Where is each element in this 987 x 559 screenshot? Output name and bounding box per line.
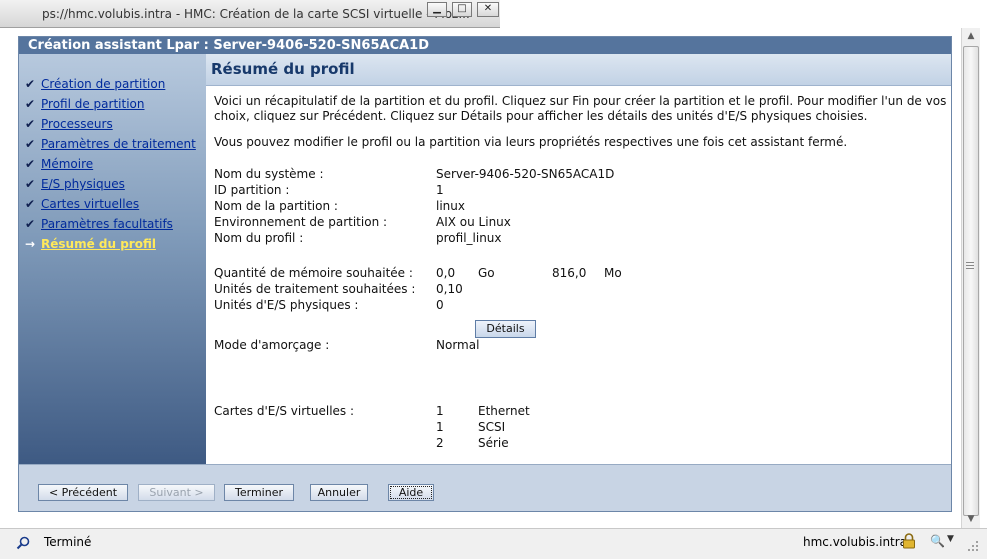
adapter-count: 1	[436, 420, 444, 434]
intro-text: Voici un récapitulatif de la partition e…	[214, 94, 947, 123]
wizard-footer: < Précédent Suivant > Terminer Annuler A…	[19, 464, 951, 511]
window-title: ps://hmc.volubis.intra - HMC: Création d…	[42, 7, 470, 21]
io-units-value: 0	[436, 298, 444, 312]
partition-env-label: Environnement de partition :	[214, 215, 388, 229]
wizard-sidebar: ✔ Création de partition ✔ Profil de part…	[19, 54, 206, 464]
memory-gb-value: 0,0	[436, 266, 456, 280]
adapter-count: 2	[436, 436, 444, 450]
checkmark-icon: ✔	[25, 97, 36, 111]
content-title: Résumé du profil	[206, 54, 951, 86]
nav-label[interactable]: Processeurs	[41, 117, 113, 131]
zoom-icon[interactable]: 🔍	[930, 534, 945, 548]
boot-mode-label: Mode d'amorçage :	[214, 338, 330, 352]
profile-name-value: profil_linux	[436, 231, 502, 245]
partition-name-label: Nom de la partition :	[214, 199, 338, 213]
lock-icon[interactable]	[902, 533, 916, 549]
arrow-right-icon: →	[25, 237, 36, 251]
scrollbar-thumb[interactable]	[963, 46, 979, 516]
note-text: Vous pouvez modifier le profil ou la par…	[214, 135, 848, 149]
status-bar: Terminé hmc.volubis.intra 🔍 ▼	[0, 528, 987, 559]
partition-id-value: 1	[436, 183, 444, 197]
nav-label[interactable]: Profil de partition	[41, 97, 145, 111]
nav-item-processeurs[interactable]: ✔ Processeurs	[25, 116, 113, 132]
virtual-adapters-label: Cartes d'E/S virtuelles :	[214, 404, 355, 418]
partition-id-label: ID partition :	[214, 183, 290, 197]
boot-mode-value: Normal	[436, 338, 480, 352]
memory-gb-unit: Go	[478, 266, 495, 280]
close-icon[interactable]: ✕	[477, 2, 499, 17]
scrollbar-grip-icon	[966, 262, 974, 269]
nav-item-cartes-virtuelles[interactable]: ✔ Cartes virtuelles	[25, 196, 139, 212]
status-text: Terminé	[44, 535, 92, 549]
adapter-type: Série	[478, 436, 509, 450]
checkmark-icon: ✔	[25, 77, 36, 91]
next-button[interactable]: Suivant >	[138, 484, 215, 501]
cancel-button[interactable]: Annuler	[310, 484, 368, 501]
minimize-icon[interactable]: ▁	[427, 2, 447, 17]
proc-units-label: Unités de traitement souhaitées :	[214, 282, 416, 296]
nav-label[interactable]: Cartes virtuelles	[41, 197, 139, 211]
previous-button[interactable]: < Précédent	[38, 484, 128, 501]
checkmark-icon: ✔	[25, 217, 36, 231]
wizard-title: Création assistant Lpar : Server-9406-52…	[19, 37, 951, 54]
profile-name-label: Nom du profil :	[214, 231, 304, 245]
nav-label[interactable]: Résumé du profil	[41, 237, 156, 251]
resize-grip-icon[interactable]	[966, 539, 980, 553]
nav-item-parametres-facultatifs[interactable]: ✔ Paramètres facultatifs	[25, 216, 173, 232]
system-name-label: Nom du système :	[214, 167, 324, 181]
search-icon	[16, 536, 30, 550]
checkmark-icon: ✔	[25, 197, 36, 211]
chevron-down-icon[interactable]: ▼	[947, 534, 954, 544]
adapter-type: Ethernet	[478, 404, 530, 418]
checkmark-icon: ✔	[25, 137, 36, 151]
vertical-scrollbar[interactable]: ▲ ▼	[961, 28, 980, 528]
nav-label[interactable]: E/S physiques	[41, 177, 125, 191]
nav-item-profil-partition[interactable]: ✔ Profil de partition	[25, 96, 145, 112]
nav-label[interactable]: Création de partition	[41, 77, 165, 91]
memory-mb-value: 816,0	[552, 266, 587, 280]
partition-name-value: linux	[436, 199, 465, 213]
help-button[interactable]: Aide	[388, 484, 434, 501]
status-host: hmc.volubis.intra	[803, 535, 908, 549]
memory-label: Quantité de mémoire souhaitée :	[214, 266, 413, 280]
lpar-wizard: Création assistant Lpar : Server-9406-52…	[18, 36, 952, 512]
adapter-type: SCSI	[478, 420, 506, 434]
nav-label[interactable]: Paramètres de traitement	[41, 137, 196, 151]
title-bar-blank	[500, 0, 987, 28]
wizard-content: Résumé du profil Voici un récapitulatif …	[206, 54, 951, 464]
memory-mb-unit: Mo	[604, 266, 622, 280]
browser-viewport: Création assistant Lpar : Server-9406-52…	[0, 28, 961, 528]
finish-button[interactable]: Terminer	[224, 484, 294, 501]
nav-label[interactable]: Paramètres facultatifs	[41, 217, 173, 231]
nav-label[interactable]: Mémoire	[41, 157, 93, 171]
checkmark-icon: ✔	[25, 177, 36, 191]
system-name-value: Server-9406-520-SN65ACA1D	[436, 167, 615, 181]
scroll-up-icon[interactable]: ▲	[962, 28, 980, 45]
nav-item-memoire[interactable]: ✔ Mémoire	[25, 156, 93, 172]
browser-title-bar: ps://hmc.volubis.intra - HMC: Création d…	[0, 0, 500, 28]
checkmark-icon: ✔	[25, 157, 36, 171]
maximize-icon[interactable]: □	[452, 2, 472, 17]
nav-item-es-physiques[interactable]: ✔ E/S physiques	[25, 176, 125, 192]
partition-env-value: AIX ou Linux	[436, 215, 511, 229]
scroll-down-icon[interactable]: ▼	[962, 511, 980, 528]
nav-item-parametres-traitement[interactable]: ✔ Paramètres de traitement	[25, 136, 196, 152]
nav-item-creation-partition[interactable]: ✔ Création de partition	[25, 76, 165, 92]
details-button[interactable]: Détails	[475, 320, 536, 338]
proc-units-value: 0,10	[436, 282, 463, 296]
io-units-label: Unités d'E/S physiques :	[214, 298, 359, 312]
adapter-count: 1	[436, 404, 444, 418]
checkmark-icon: ✔	[25, 117, 36, 131]
nav-item-resume-profil[interactable]: → Résumé du profil	[25, 236, 156, 252]
